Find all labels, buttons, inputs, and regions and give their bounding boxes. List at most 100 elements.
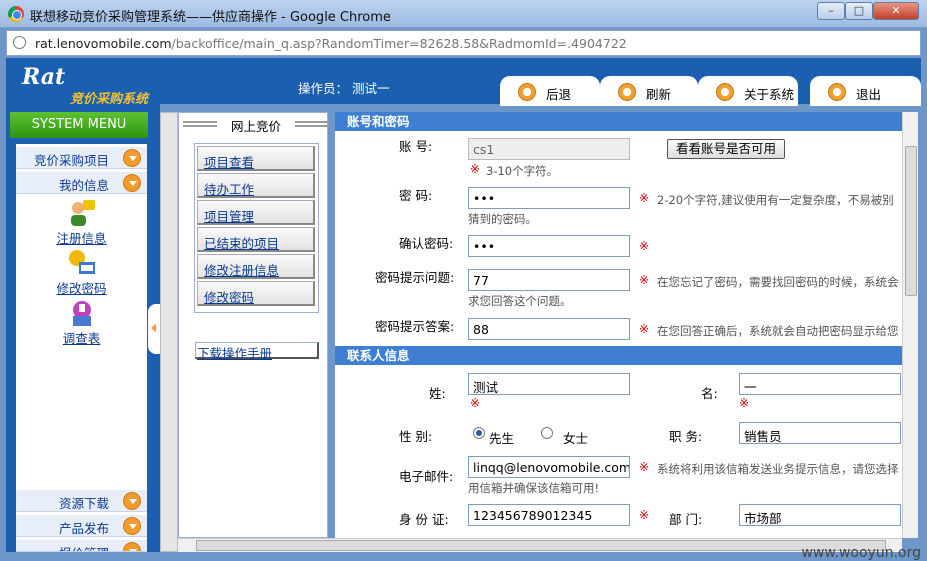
sidebar-item-product-release[interactable]: 产品发布: [16, 515, 147, 537]
password-hint: 2-20个字符,建议使用有一定复杂度，不易被别: [657, 193, 894, 207]
link-finished-projects[interactable]: 已结束的项目: [197, 227, 315, 252]
sidebar-sub-register-info[interactable]: 注册信息: [16, 198, 147, 247]
address-bar[interactable]: rat.lenovomobile.com/backoffice/main_q.a…: [6, 30, 921, 56]
sidebar-item-quote-management[interactable]: 报价管理: [16, 540, 147, 552]
gender-female-label: 女士: [563, 431, 589, 446]
gender-label: 性 别:: [399, 429, 433, 444]
answer-input[interactable]: 88: [468, 318, 630, 340]
window-title: 联想移动竞价采购管理系统——供应商操作 - Google Chrome: [30, 10, 391, 25]
password-hint-cont: 猜到的密码。: [468, 212, 537, 226]
scrollbar-thumb[interactable]: [196, 540, 886, 551]
link-project-view[interactable]: 项目查看: [197, 146, 315, 171]
link-change-password[interactable]: 修改密码: [197, 281, 315, 306]
id-card-label: 身 份 证:: [399, 512, 449, 527]
page-icon: [13, 36, 26, 49]
question-input[interactable]: 77: [468, 269, 630, 291]
bidding-panel-header: 网上竞价: [183, 115, 329, 134]
url-text[interactable]: rat.lenovomobile.com/backoffice/main_q.a…: [35, 36, 627, 51]
answer-label: 密码提示答案:: [375, 319, 455, 334]
window-titlebar: 联想移动竞价采购管理系统——供应商操作 - Google Chrome – □ …: [0, 0, 927, 28]
question-hint: 在您忘记了密码，需要找回密码的时候，系统会: [657, 275, 899, 289]
password-label: 密 码:: [399, 188, 433, 203]
required-star: ※: [639, 460, 650, 474]
check-account-button[interactable]: 看看账号是否可用: [667, 139, 785, 159]
sidebar-menu: 竞价采购项目 我的信息 注册信息 修改密码 调查表 资源下载 产品发布 报价管理: [16, 144, 147, 552]
chevron-down-icon[interactable]: [123, 149, 141, 167]
password-input[interactable]: •••: [468, 187, 630, 209]
job-title-input[interactable]: 销售员: [739, 422, 901, 444]
surname-label: 姓:: [429, 386, 446, 401]
chevron-down-icon[interactable]: [123, 492, 141, 510]
given-name-label: 名:: [701, 386, 718, 401]
surname-input[interactable]: 测试: [468, 373, 630, 395]
sidebar-sub-survey[interactable]: 调查表: [16, 298, 147, 347]
question-hint-cont: 求您回答这个问题。: [468, 294, 572, 308]
required-star: ※: [639, 508, 650, 522]
required-star: ※: [739, 396, 750, 410]
answer-hint: 在您回答正确后，系统就会自动把密码显示给您: [657, 324, 899, 338]
scrollbar-thumb[interactable]: [905, 146, 917, 296]
email-hint: 系统将利用该信箱发送业务提示信息，请您选择: [657, 462, 899, 476]
email-hint-cont: 用信箱并确保该信箱可用!: [468, 481, 600, 495]
registration-form: 账号和密码 账 号: cs1 看看账号是否可用 ※ 3-10个字符。 密 码: …: [335, 112, 902, 538]
exit-icon: [828, 83, 846, 101]
required-star: ※: [639, 273, 650, 287]
operator-label: 操作员： 测试一: [298, 81, 390, 96]
link-todo[interactable]: 待办工作: [197, 173, 315, 198]
sidebar-item-bidding-projects[interactable]: 竞价采购项目: [16, 147, 147, 169]
email-label: 电子邮件:: [399, 469, 454, 484]
chevron-down-icon[interactable]: [123, 174, 141, 192]
collapse-sidebar-button[interactable]: [148, 304, 160, 354]
email-input[interactable]: linqq@lenovomobile.com: [468, 456, 630, 478]
minimize-button[interactable]: –: [817, 2, 845, 20]
system-menu-title: SYSTEM MENU: [10, 112, 148, 138]
watermark: www.wooyun.org: [801, 545, 921, 561]
account-hint: 3-10个字符。: [486, 164, 559, 178]
content-vertical-scrollbar[interactable]: [902, 112, 918, 538]
id-card-input[interactable]: 123456789012345: [468, 504, 630, 526]
left-scrollbar[interactable]: [160, 112, 178, 552]
required-star: ※: [470, 396, 481, 410]
user-icon: [67, 198, 97, 228]
sidebar-item-downloads[interactable]: 资源下载: [16, 490, 147, 512]
rat-logo: Rat 竞价采购系统: [22, 64, 149, 107]
bidding-links: 项目查看 待办工作 项目管理 已结束的项目 修改注册信息 修改密码: [194, 143, 319, 313]
confirm-password-label: 确认密码:: [399, 236, 454, 251]
survey-icon: [67, 298, 97, 328]
download-manual-link[interactable]: 下载操作手册: [195, 342, 319, 361]
bidding-panel: 网上竞价 项目查看 待办工作 项目管理 已结束的项目 修改注册信息 修改密码 下…: [178, 112, 329, 538]
close-button[interactable]: ✕: [873, 2, 919, 20]
tab-back[interactable]: 后退: [500, 76, 600, 106]
chevron-down-icon[interactable]: [123, 517, 141, 535]
app-header: Rat 竞价采购系统 操作员： 测试一 后退 刷新 关于系统 退出: [6, 58, 921, 107]
account-input[interactable]: cs1: [468, 138, 630, 160]
sidebar-item-my-info[interactable]: 我的信息: [16, 172, 147, 194]
refresh-icon: [618, 83, 636, 101]
link-edit-registration[interactable]: 修改注册信息: [197, 254, 315, 279]
gender-male-radio[interactable]: [473, 427, 485, 439]
gender-female-radio[interactable]: [541, 427, 553, 439]
account-label: 账 号:: [399, 139, 433, 154]
required-star: ※: [639, 239, 650, 253]
tab-exit[interactable]: 退出: [810, 76, 921, 106]
tab-about[interactable]: 关于系统: [698, 76, 798, 106]
chevron-down-icon[interactable]: [123, 542, 141, 551]
horizontal-scrollbar[interactable]: [178, 538, 902, 552]
department-input[interactable]: 市场部: [739, 504, 901, 526]
department-label: 部 门:: [669, 512, 703, 527]
sidebar: SYSTEM MENU 竞价采购项目 我的信息 注册信息 修改密码 调查表 资源…: [6, 104, 160, 552]
given-name-input[interactable]: 一: [739, 373, 901, 395]
gender-male-label: 先生: [489, 431, 515, 446]
required-star: ※: [470, 162, 481, 176]
section-contact-info: 联系人信息: [335, 346, 902, 365]
maximize-button[interactable]: □: [845, 2, 873, 20]
chrome-icon: [8, 6, 24, 22]
tab-refresh[interactable]: 刷新: [600, 76, 698, 106]
job-title-label: 职 务:: [669, 429, 703, 444]
confirm-password-input[interactable]: •••: [468, 235, 630, 257]
required-star: ※: [639, 322, 650, 336]
sidebar-sub-change-password[interactable]: 修改密码: [16, 248, 147, 297]
required-star: ※: [639, 191, 650, 205]
question-label: 密码提示问题:: [375, 270, 455, 285]
link-project-management[interactable]: 项目管理: [197, 200, 315, 225]
